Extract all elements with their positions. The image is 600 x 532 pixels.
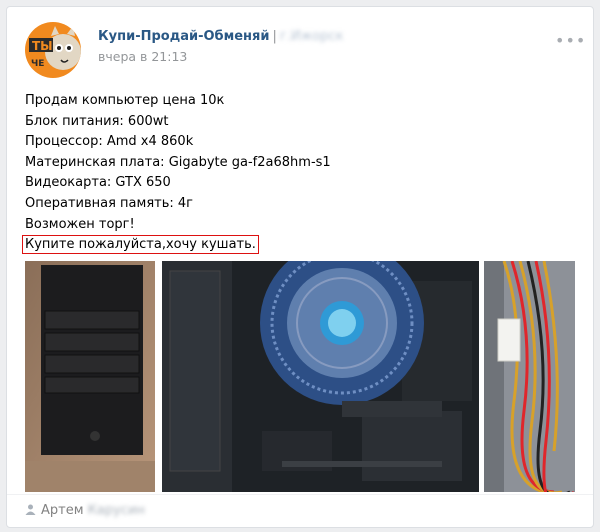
- post-line: Материнская плата: Gigabyte ga-f2a68hm-s…: [25, 154, 331, 170]
- group-avatar[interactable]: ТЫ ЧЕ: [25, 22, 81, 78]
- author-first-name: Артем: [41, 503, 84, 518]
- group-suffix-blurred: г.Ижорск: [279, 29, 344, 44]
- post-line: Продам компьютер цена 10к: [25, 93, 225, 108]
- photo-pc-case[interactable]: [25, 261, 155, 492]
- photo-cpu-cooler[interactable]: [162, 261, 479, 492]
- group-name-link[interactable]: Купи-Продай-Обменяй: [98, 29, 270, 44]
- post-line: Блок питания: 600wt: [25, 113, 169, 129]
- user-icon: [25, 504, 36, 515]
- title-separator: |: [272, 29, 277, 44]
- post-date[interactable]: вчера в 21:13: [98, 49, 187, 64]
- logo-text-2: ЧЕ: [31, 59, 44, 69]
- post-line: Возможен торг!: [25, 216, 135, 232]
- post-footer-divider: [7, 494, 593, 495]
- photo-psu-cables[interactable]: [484, 261, 575, 492]
- post-text: Продам компьютер цена 10к Блок питания: …: [22, 91, 331, 256]
- post-line: Процессор: Amd x4 860k: [25, 134, 194, 150]
- post-card: ТЫ ЧЕ Купи-Продай-Обменяй | г.Ижорск вчера…: [6, 6, 594, 528]
- logo-text-1: ТЫ: [32, 39, 53, 53]
- post-author[interactable]: Артем Карусин: [25, 503, 145, 518]
- author-last-name-blurred: Карусин: [87, 503, 145, 518]
- post-line: Видеокарта: GTX 650: [25, 175, 171, 191]
- more-options-icon[interactable]: •••: [555, 31, 586, 50]
- group-logo-icon: ТЫ ЧЕ: [25, 22, 81, 78]
- post-header-title: Купи-Продай-Обменяй | г.Ижорск: [98, 29, 344, 44]
- post-line: Оперативная память: 4г: [25, 195, 193, 211]
- highlighted-line: Купите пожалуйста,хочу кушать.: [22, 235, 259, 255]
